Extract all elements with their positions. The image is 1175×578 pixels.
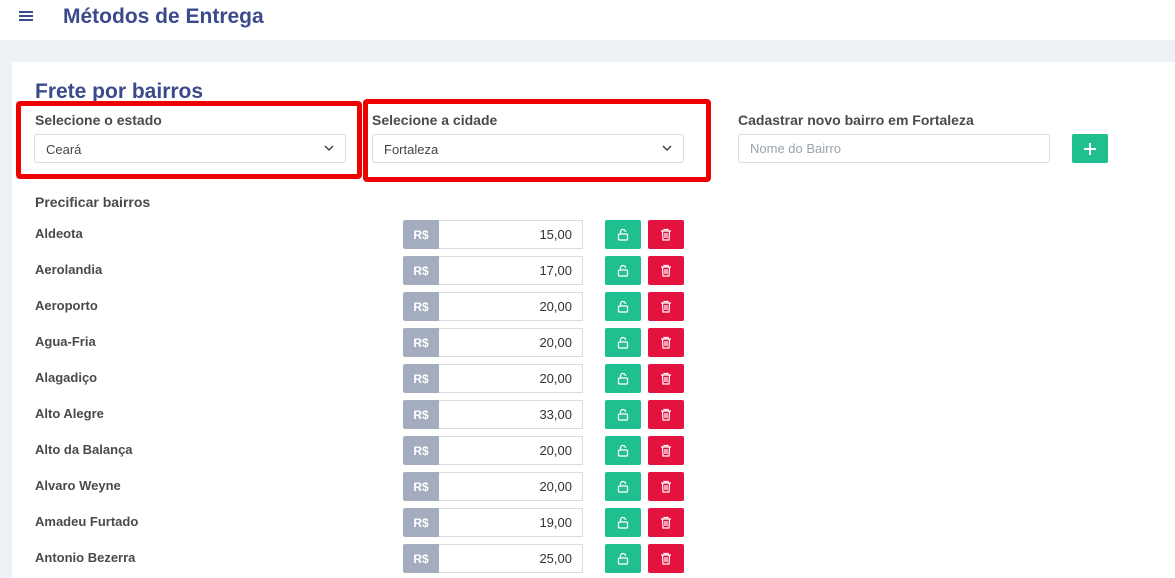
- neighborhood-row: Alto Alegre R$ 33,00: [0, 400, 1175, 429]
- price-input[interactable]: 20,00: [439, 364, 583, 393]
- price-input[interactable]: 20,00: [439, 436, 583, 465]
- neighborhood-row: Alto da Balança R$ 20,00: [0, 436, 1175, 465]
- neighborhood-name-input[interactable]: [738, 134, 1050, 163]
- lock-icon: [617, 444, 629, 457]
- lock-button[interactable]: [605, 400, 641, 429]
- trash-icon: [661, 264, 671, 277]
- trash-icon: [661, 300, 671, 313]
- price-input[interactable]: 20,00: [439, 328, 583, 357]
- delete-button[interactable]: [648, 436, 684, 465]
- price-input[interactable]: 17,00: [439, 256, 583, 285]
- neighborhood-row: Alvaro Weyne R$ 20,00: [0, 472, 1175, 501]
- currency-addon: R$: [403, 400, 439, 429]
- neighborhood-name: Agua-Fria: [35, 334, 96, 349]
- currency-addon: R$: [403, 364, 439, 393]
- lock-icon: [617, 336, 629, 349]
- highlight-state: [16, 101, 362, 179]
- lock-icon: [617, 228, 629, 241]
- currency-addon: R$: [403, 220, 439, 249]
- neighborhood-name: Antonio Bezerra: [35, 550, 136, 565]
- currency-addon: R$: [403, 472, 439, 501]
- lock-button[interactable]: [605, 544, 641, 573]
- lock-button[interactable]: [605, 508, 641, 537]
- delete-button[interactable]: [648, 292, 684, 321]
- currency-addon: R$: [403, 508, 439, 537]
- neighborhood-name: Alto da Balança: [35, 442, 133, 457]
- price-input[interactable]: 20,00: [439, 292, 583, 321]
- currency-addon: R$: [403, 292, 439, 321]
- delete-button[interactable]: [648, 544, 684, 573]
- trash-icon: [661, 552, 671, 565]
- delete-button[interactable]: [648, 220, 684, 249]
- neighborhood-name: Alagadiço: [35, 370, 98, 385]
- plus-icon: [1084, 142, 1096, 155]
- neighborhood-name: Amadeu Furtado: [35, 514, 139, 529]
- trash-icon: [661, 480, 671, 493]
- delete-button[interactable]: [648, 328, 684, 357]
- trash-icon: [661, 228, 671, 241]
- new-neighborhood-label: Cadastrar novo bairro em Fortaleza: [738, 112, 974, 128]
- neighborhood-name: Aldeota: [35, 226, 83, 241]
- price-input[interactable]: 19,00: [439, 508, 583, 537]
- highlight-city: [363, 99, 711, 182]
- lock-button[interactable]: [605, 256, 641, 285]
- lock-icon: [617, 480, 629, 493]
- delete-button[interactable]: [648, 508, 684, 537]
- lock-button[interactable]: [605, 292, 641, 321]
- delete-button[interactable]: [648, 400, 684, 429]
- lock-button[interactable]: [605, 220, 641, 249]
- add-neighborhood-button[interactable]: [1072, 134, 1108, 163]
- currency-addon: R$: [403, 256, 439, 285]
- currency-addon: R$: [403, 328, 439, 357]
- top-bar: Métodos de Entrega: [0, 0, 1175, 40]
- neighborhood-row: Amadeu Furtado R$ 19,00: [0, 508, 1175, 537]
- neighborhood-name: Aeroporto: [35, 298, 98, 313]
- price-list-label: Precificar bairros: [35, 194, 151, 210]
- currency-addon: R$: [403, 436, 439, 465]
- lock-button[interactable]: [605, 364, 641, 393]
- trash-icon: [661, 444, 671, 457]
- delete-button[interactable]: [648, 472, 684, 501]
- trash-icon: [661, 516, 671, 529]
- price-input[interactable]: 33,00: [439, 400, 583, 429]
- neighborhood-row: Agua-Fria R$ 20,00: [0, 328, 1175, 357]
- hamburger-icon[interactable]: [19, 11, 33, 21]
- lock-icon: [617, 516, 629, 529]
- neighborhood-name: Alvaro Weyne: [35, 478, 121, 493]
- lock-icon: [617, 372, 629, 385]
- trash-icon: [661, 372, 671, 385]
- lock-icon: [617, 300, 629, 313]
- neighborhood-row: Aeroporto R$ 20,00: [0, 292, 1175, 321]
- delete-button[interactable]: [648, 364, 684, 393]
- neighborhood-name: Aerolandia: [35, 262, 103, 277]
- delete-button[interactable]: [648, 256, 684, 285]
- lock-icon: [617, 264, 629, 277]
- trash-icon: [661, 336, 671, 349]
- lock-button[interactable]: [605, 472, 641, 501]
- page-title: Métodos de Entrega: [63, 5, 264, 28]
- neighborhood-row: Alagadiço R$ 20,00: [0, 364, 1175, 393]
- neighborhood-row: Aerolandia R$ 17,00: [0, 256, 1175, 285]
- price-input[interactable]: 25,00: [439, 544, 583, 573]
- price-input[interactable]: 20,00: [439, 472, 583, 501]
- neighborhood-row: Aldeota R$ 15,00: [0, 220, 1175, 249]
- currency-addon: R$: [403, 544, 439, 573]
- price-input[interactable]: 15,00: [439, 220, 583, 249]
- lock-button[interactable]: [605, 328, 641, 357]
- lock-icon: [617, 408, 629, 421]
- trash-icon: [661, 408, 671, 421]
- neighborhood-name: Alto Alegre: [35, 406, 104, 421]
- neighborhood-row: Antonio Bezerra R$ 25,00: [0, 544, 1175, 573]
- lock-button[interactable]: [605, 436, 641, 465]
- lock-icon: [617, 552, 629, 565]
